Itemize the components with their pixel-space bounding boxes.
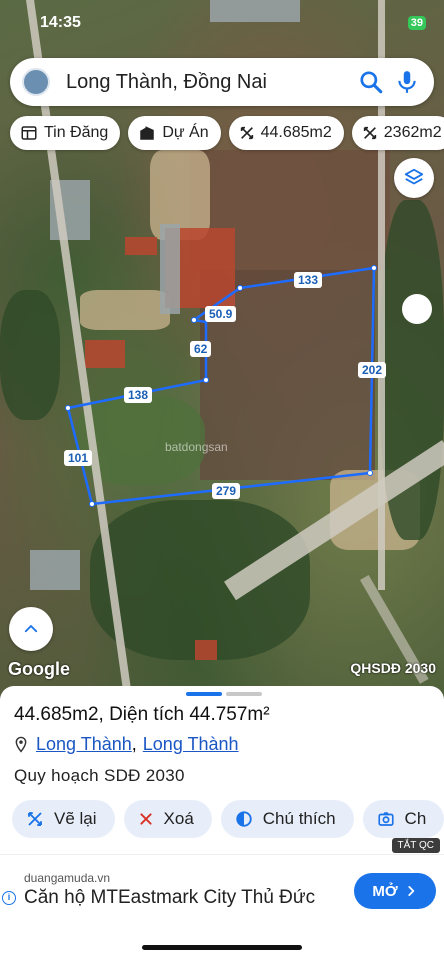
pager-dot-active <box>186 692 222 696</box>
delete-button[interactable]: Xoá <box>123 800 212 838</box>
sheet-pager[interactable] <box>186 692 262 696</box>
chip-label: Dự Án <box>162 124 209 141</box>
home-indicator[interactable] <box>142 945 302 950</box>
microphone-icon[interactable] <box>394 69 420 95</box>
dimension-label: 62 <box>190 341 212 357</box>
action-label: Ch <box>404 809 427 828</box>
ad-title: Căn hộ MTEastmark City Thủ Đức <box>24 887 316 908</box>
avatar[interactable] <box>22 68 50 96</box>
area-title: 44.685m2, Diện tích 44.757m² <box>14 704 270 725</box>
location-row: Long Thành , Long Thành <box>14 734 239 755</box>
action-buttons: Vẽ lại Xoá Chú thích Ch <box>12 800 444 838</box>
map-view[interactable]: 133 50.9 62 202 138 101 279 batdongsan 1… <box>0 0 444 700</box>
filter-chips: Tin Đăng Dự Án 44.685m2 2362m2 <box>10 116 444 150</box>
search-icon[interactable] <box>358 69 384 95</box>
collapse-button[interactable] <box>9 607 53 651</box>
chip-du-an[interactable]: Dự Án <box>128 116 221 150</box>
building-icon <box>140 126 155 140</box>
dimension-label: 101 <box>64 450 93 466</box>
ad-open-button[interactable]: MỞ <box>354 873 436 909</box>
close-icon <box>139 813 152 825</box>
chevron-up-icon <box>24 625 38 633</box>
dimension-label: 50.9 <box>205 306 237 322</box>
bottom-sheet: 44.685m2, Diện tích 44.757m² Long Thành … <box>0 686 444 960</box>
chip-area-1[interactable]: 44.685m2 <box>228 116 344 150</box>
map-layer-label: QHSDĐ 2030 <box>350 660 436 676</box>
ad-info-icon[interactable]: i <box>2 891 16 905</box>
pager-dot <box>226 692 262 696</box>
chip-label: 2362m2 <box>383 124 442 141</box>
legend-icon <box>236 811 252 827</box>
ad-banner[interactable]: i duangamuda.vn Căn hộ MTEastmark City T… <box>0 854 444 924</box>
battery-indicator: 39 <box>407 16 426 30</box>
dimension-label: 279 <box>212 483 241 499</box>
layers-button[interactable] <box>394 158 434 198</box>
location-pin-icon <box>15 736 27 753</box>
chip-tin-dang[interactable]: Tin Đăng <box>10 116 121 150</box>
news-icon <box>21 126 37 140</box>
area-icon <box>363 126 376 140</box>
search-input[interactable]: Long Thành, Đồng Nai <box>66 71 358 94</box>
ad-domain: duangamuda.vn <box>24 871 111 885</box>
location-separator: , <box>131 734 137 754</box>
redraw-button[interactable]: Vẽ lại <box>12 800 115 838</box>
layers-icon <box>404 168 424 185</box>
action-label: Xoá <box>163 809 194 828</box>
legend-button[interactable]: Chú thích <box>220 800 354 838</box>
chip-label: 44.685m2 <box>260 124 332 141</box>
google-attribution: Google <box>8 659 70 679</box>
map-handle[interactable] <box>402 294 432 324</box>
location-link-ward[interactable]: Long Thành <box>143 734 239 755</box>
ad-button-label: MỞ <box>372 882 398 900</box>
area-icon <box>240 126 253 140</box>
dimension-label: 138 <box>124 387 153 403</box>
action-label: Chú thích <box>262 809 336 828</box>
dimension-label: 202 <box>358 362 387 378</box>
chevron-right-icon <box>408 886 414 896</box>
search-bar[interactable]: Long Thành, Đồng Nai <box>10 58 434 106</box>
hide-ad-button[interactable]: TẮT QC <box>391 838 440 853</box>
location-link-district[interactable]: Long Thành <box>36 734 132 755</box>
chip-label: Tin Đăng <box>44 124 109 141</box>
action-label: Vẽ lại <box>54 809 97 828</box>
chip-area-2[interactable]: 2362m2 <box>351 116 444 150</box>
dimension-label: 133 <box>294 272 323 288</box>
camera-icon <box>377 812 394 826</box>
watermark: batdongsan <box>165 440 228 454</box>
capture-button[interactable]: Ch <box>362 800 444 838</box>
status-time: 14:35 <box>40 14 81 31</box>
plan-label: Quy hoạch SDĐ 2030 <box>14 766 185 785</box>
redraw-icon <box>28 812 42 826</box>
